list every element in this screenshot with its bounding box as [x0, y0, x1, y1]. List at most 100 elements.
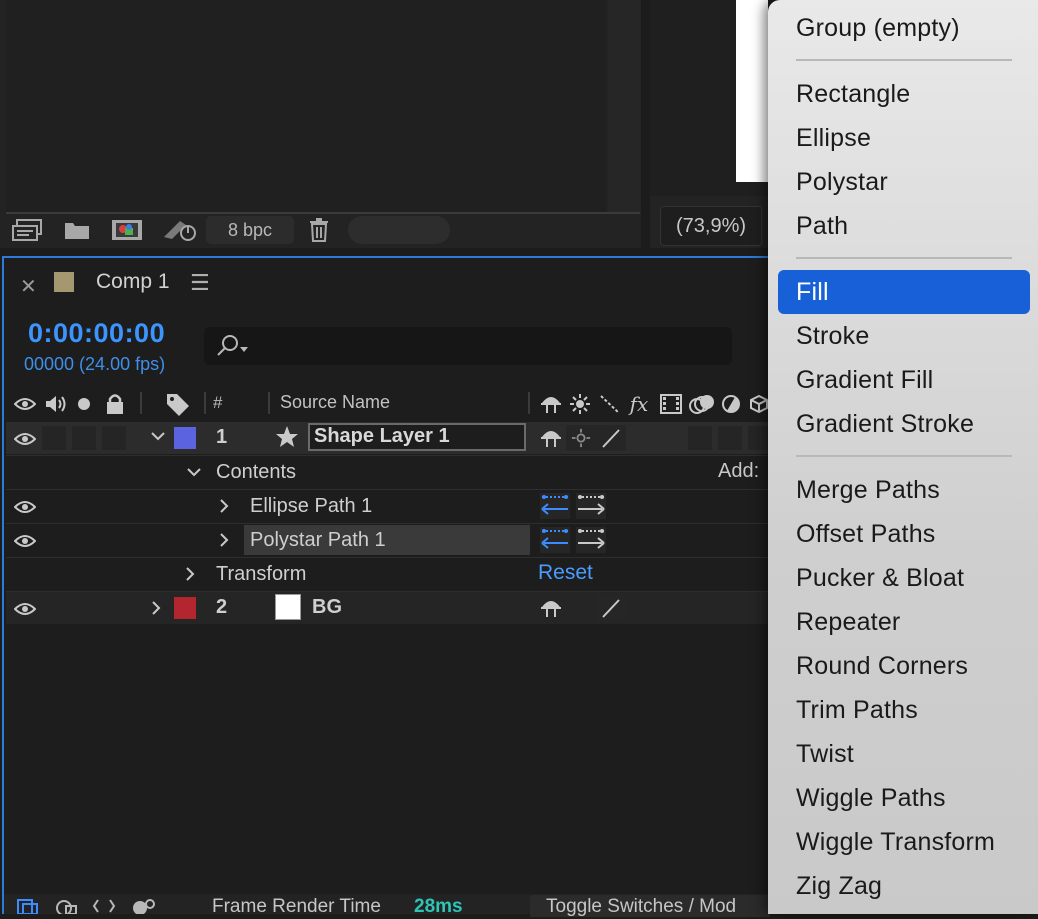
eye-icon[interactable] [14, 529, 36, 553]
add-shape-button[interactable]: Add: [718, 460, 759, 483]
menu-item-ellipse[interactable]: Ellipse [796, 124, 871, 153]
chevron-right-icon[interactable] [214, 496, 234, 521]
bit-depth-button[interactable]: 8 bpc [206, 216, 294, 244]
chevron-right-icon[interactable] [214, 530, 234, 555]
effects-header-icon: fx [629, 392, 649, 416]
menu-separator [796, 59, 1012, 61]
project-scrollbar[interactable] [608, 0, 641, 212]
collapse-transform-icon[interactable] [566, 425, 596, 451]
solo-toggle[interactable] [72, 596, 96, 620]
menu-item-round-corners[interactable]: Round Corners [796, 652, 968, 681]
thumbnail-size-slider[interactable] [348, 216, 450, 244]
chevron-right-icon[interactable] [146, 598, 166, 623]
layer-label-color[interactable] [174, 427, 196, 449]
project-items-list[interactable] [6, 0, 606, 212]
menu-item-gradient-stroke[interactable]: Gradient Stroke [796, 410, 974, 439]
3d-layer-header-icon [750, 392, 768, 416]
motion-blur-toggle[interactable] [718, 596, 742, 620]
collapse-transform-header-icon [568, 392, 592, 416]
path-direction-forward-icon[interactable] [576, 493, 606, 519]
motion-blur-toggle[interactable] [718, 426, 742, 450]
menu-item-path[interactable]: Path [796, 212, 848, 241]
3d-layer-toggle[interactable] [748, 596, 768, 620]
reset-transform-link[interactable]: Reset [538, 561, 593, 585]
panel-menu-icon[interactable]: ☰ [190, 270, 210, 296]
menu-item-merge-paths[interactable]: Merge Paths [796, 476, 940, 505]
lock-toggle[interactable] [102, 596, 126, 620]
solo-header-icon [76, 392, 92, 416]
path-direction-reverse-icon[interactable] [540, 493, 570, 519]
quality-icon[interactable] [596, 595, 626, 621]
chevron-down-icon[interactable] [148, 426, 168, 451]
shape-layer-star-icon [274, 424, 300, 455]
header-divider [268, 392, 270, 414]
menu-item-rectangle[interactable]: Rectangle [796, 80, 910, 109]
layer-label-color[interactable] [174, 597, 196, 619]
transform-group-row[interactable] [6, 558, 768, 590]
layer-name[interactable]: Shape Layer 1 [314, 425, 450, 448]
menu-item-wiggle-paths[interactable]: Wiggle Paths [796, 784, 946, 813]
motion-blur-header-icon [688, 392, 716, 416]
menu-item-group-empty[interactable]: Group (empty) [796, 14, 960, 43]
menu-item-stroke[interactable]: Stroke [796, 322, 869, 351]
solo-toggle[interactable] [72, 426, 96, 450]
zoom-level-dropdown[interactable]: (73,9%) [660, 206, 762, 246]
trash-icon[interactable] [306, 218, 332, 242]
quality-icon[interactable] [596, 425, 626, 451]
eye-icon[interactable] [14, 597, 36, 621]
frame-render-time-label: Frame Render Time [212, 896, 381, 917]
layer-search-input[interactable] [204, 327, 732, 365]
toggle-switches-modes-label[interactable]: Toggle Switches / Mod [546, 896, 736, 918]
menu-item-fill[interactable]: Fill [796, 278, 829, 307]
ellipse-path-row[interactable] [6, 490, 768, 522]
current-time-display[interactable]: 0:00:00:00 [28, 318, 165, 349]
frame-count-display: 00000 (24.00 fps) [24, 354, 166, 374]
shy-switch-header-icon [538, 392, 564, 416]
new-folder-icon[interactable] [62, 218, 92, 242]
menu-item-gradient-fill[interactable]: Gradient Fill [796, 366, 933, 395]
path-direction-reverse-icon[interactable] [540, 527, 570, 553]
frame-blend-toggle[interactable] [688, 596, 712, 620]
close-tab-icon[interactable]: ✕ [20, 274, 37, 299]
source-name-column[interactable]: Source Name [280, 392, 390, 413]
quality-header-icon [598, 392, 622, 416]
path-direction-forward-icon[interactable] [576, 527, 606, 553]
frame-blend-toggle[interactable] [688, 426, 712, 450]
frame-render-time-value: 28ms [414, 896, 463, 917]
collapse-transform-toggle[interactable] [568, 596, 592, 620]
shy-switch-icon[interactable] [536, 595, 566, 621]
in-out-controls-icon[interactable] [92, 898, 118, 919]
menu-item-wiggle-transform[interactable]: Wiggle Transform [796, 828, 995, 857]
lock-toggle[interactable] [102, 426, 126, 450]
eye-icon[interactable] [14, 427, 36, 451]
header-divider [140, 392, 142, 414]
comp-tab-title[interactable]: Comp 1 [96, 270, 170, 294]
menu-item-trim-paths[interactable]: Trim Paths [796, 696, 918, 725]
lock-header-icon [104, 392, 126, 416]
layer-name[interactable]: BG [312, 596, 342, 619]
video-visibility-header-icon [14, 392, 36, 416]
menu-item-offset-paths[interactable]: Offset Paths [796, 520, 936, 549]
interpret-footage-icon[interactable] [10, 218, 46, 242]
render-time-icon[interactable] [130, 898, 156, 919]
menu-item-polystar[interactable]: Polystar [796, 168, 888, 197]
menu-item-repeater[interactable]: Repeater [796, 608, 900, 637]
menu-item-zig-zag[interactable]: Zig Zag [796, 872, 882, 901]
adjustment-layer-header-icon [720, 392, 742, 416]
transfer-controls-icon[interactable] [54, 898, 80, 919]
render-queue-icon[interactable] [160, 218, 200, 242]
new-composition-icon[interactable] [110, 218, 144, 242]
menu-item-twist[interactable]: Twist [796, 740, 854, 769]
3d-layer-toggle[interactable] [748, 426, 768, 450]
path-name[interactable]: Ellipse Path 1 [250, 495, 372, 518]
contents-group-row[interactable] [6, 456, 768, 488]
audio-toggle[interactable] [42, 426, 66, 450]
path-name[interactable]: Polystar Path 1 [250, 529, 386, 552]
chevron-right-icon[interactable] [180, 564, 200, 589]
chevron-down-icon[interactable] [184, 462, 204, 487]
layer-switches-icon[interactable] [16, 898, 42, 919]
eye-icon[interactable] [14, 495, 36, 519]
menu-item-pucker-bloat[interactable]: Pucker & Bloat [796, 564, 964, 593]
menu-separator [796, 257, 1012, 259]
shy-switch-icon[interactable] [536, 425, 566, 451]
